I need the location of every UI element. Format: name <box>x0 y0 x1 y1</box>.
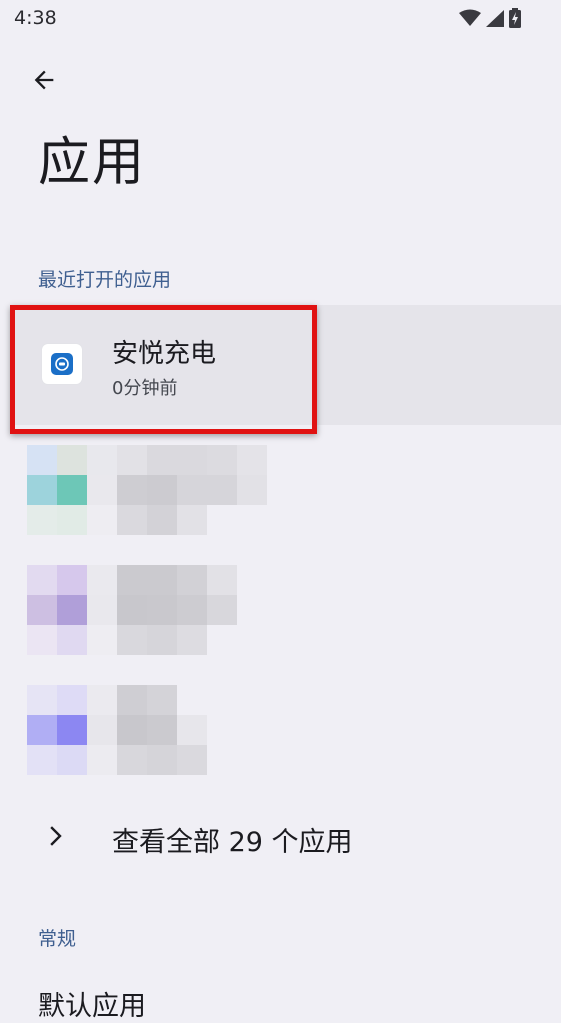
status-bar: 4:38 <box>0 0 561 40</box>
recent-apps-header: 最近打开的应用 <box>38 269 172 291</box>
arrow-back-icon <box>34 70 54 90</box>
obscured-app-row-1[interactable] <box>27 445 267 535</box>
highlight-box <box>10 305 317 434</box>
status-icons <box>459 8 521 28</box>
cell-signal-icon <box>486 10 504 27</box>
chevron-right-icon <box>50 826 62 846</box>
see-all-apps-row[interactable]: 查看全部 29 个应用 <box>0 800 561 876</box>
status-time: 4:38 <box>14 7 57 29</box>
default-apps-item[interactable]: 默认应用 <box>38 984 146 1023</box>
obscured-app-row-3[interactable] <box>27 685 267 775</box>
see-all-apps-label: 查看全部 29 个应用 <box>112 827 353 858</box>
back-button[interactable] <box>24 60 64 100</box>
obscured-app-row-2[interactable] <box>27 565 267 655</box>
page-title: 应用 <box>38 133 147 193</box>
battery-charging-icon <box>509 8 521 28</box>
general-section-header: 常规 <box>38 928 77 950</box>
wifi-icon <box>459 9 481 26</box>
